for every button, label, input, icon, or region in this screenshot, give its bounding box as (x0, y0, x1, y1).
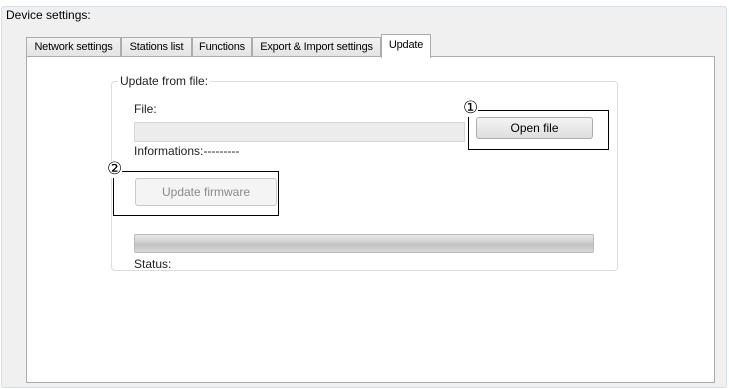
informations-label: Informations:--------- (134, 144, 240, 158)
tab-functions[interactable]: Functions (192, 37, 252, 57)
tab-network-settings[interactable]: Network settings (26, 37, 121, 57)
file-path-field[interactable] (134, 122, 465, 142)
update-from-file-title: Update from file: (118, 73, 211, 89)
status-label: Status: (134, 257, 172, 271)
device-settings-title: Device settings: (5, 7, 92, 23)
update-progress-bar (134, 234, 594, 253)
tab-export-import-settings[interactable]: Export & Import settings (252, 37, 381, 57)
update-tab-panel: Update from file: File: Open file Inform… (26, 56, 715, 383)
tab-stations-list[interactable]: Stations list (121, 37, 192, 57)
callout-two-number: ② (107, 159, 123, 179)
file-label: File: (134, 102, 157, 116)
callout-one-box (468, 110, 609, 150)
callout-one-number: ① (463, 98, 479, 118)
tab-update[interactable]: Update (381, 34, 431, 58)
callout-two-box (113, 171, 279, 216)
